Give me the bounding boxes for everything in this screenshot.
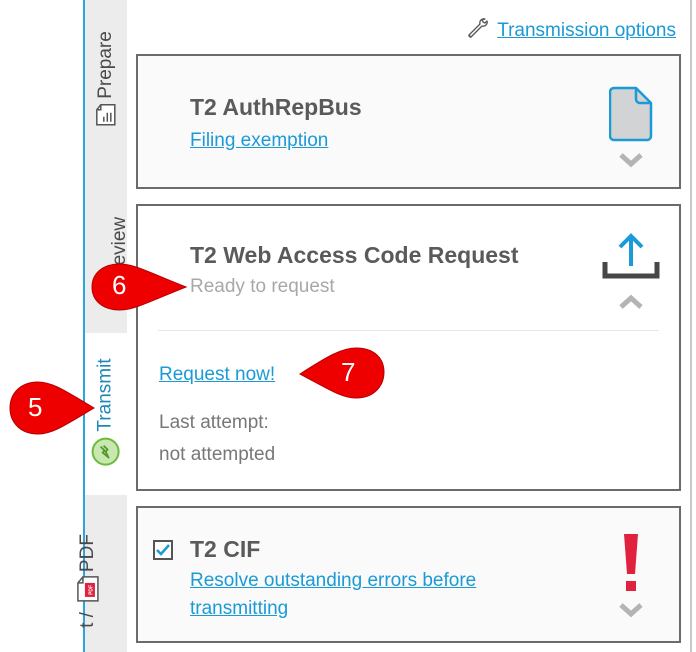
tab-print-pdf[interactable]: t / PDF PDF (77, 510, 127, 652)
sidebar-tabs: Prepare Review Transmit t / PDF PDF (77, 0, 130, 652)
last-attempt-value: not attempted (159, 444, 276, 465)
form-chart-icon (95, 103, 117, 133)
transmit-panel: Transmission options T2 AuthRepBus Filin… (127, 0, 690, 652)
expand-chevron-icon[interactable] (619, 602, 643, 622)
tab-print-pdf-label-prefix: t / (77, 612, 98, 628)
card-title: T2 Web Access Code Request (190, 242, 519, 268)
card-divider (158, 330, 659, 331)
card-title: T2 CIF (190, 536, 261, 562)
document-icon (608, 86, 653, 146)
lightning-circle-icon (91, 437, 121, 473)
transmission-options-link[interactable]: Transmission options (465, 16, 676, 46)
callout-5: 5 (6, 380, 102, 436)
callout-6: 6 (88, 262, 188, 312)
svg-text:PDF: PDF (89, 585, 95, 595)
expand-chevron-icon[interactable] (619, 152, 643, 172)
wrench-icon (465, 16, 489, 46)
tab-print-pdf-label: PDF (77, 534, 98, 573)
scrollbar-edge[interactable] (690, 0, 696, 652)
error-exclamation-icon (622, 534, 640, 596)
upload-icon (601, 230, 661, 284)
resolve-errors-link-line2[interactable]: transmitting (190, 598, 288, 620)
tab-prepare-label: Prepare (95, 31, 117, 99)
card-t2-cif: T2 CIF Resolve outstanding errors before… (136, 506, 681, 643)
resolve-errors-link[interactable]: Resolve outstanding errors before (190, 570, 476, 592)
card-t2-web-access-code-request: T2 Web Access Code Request Ready to requ… (136, 204, 681, 491)
card-title: T2 AuthRepBus (190, 94, 362, 120)
checkmark-icon (156, 544, 170, 556)
filing-exemption-link[interactable]: Filing exemption (190, 130, 328, 152)
callout-7: 7 (296, 346, 388, 400)
request-now-link[interactable]: Request now! (159, 364, 275, 386)
card-t2-authrepbus: T2 AuthRepBus Filing exemption (136, 54, 681, 189)
pdf-file-icon: PDF (76, 575, 100, 609)
status-text: Ready to request (190, 276, 335, 297)
collapse-chevron-icon[interactable] (619, 294, 643, 314)
last-attempt-label: Last attempt: (159, 412, 269, 433)
tab-prepare[interactable]: Prepare (85, 0, 127, 160)
transmit-checkbox[interactable] (153, 540, 173, 560)
